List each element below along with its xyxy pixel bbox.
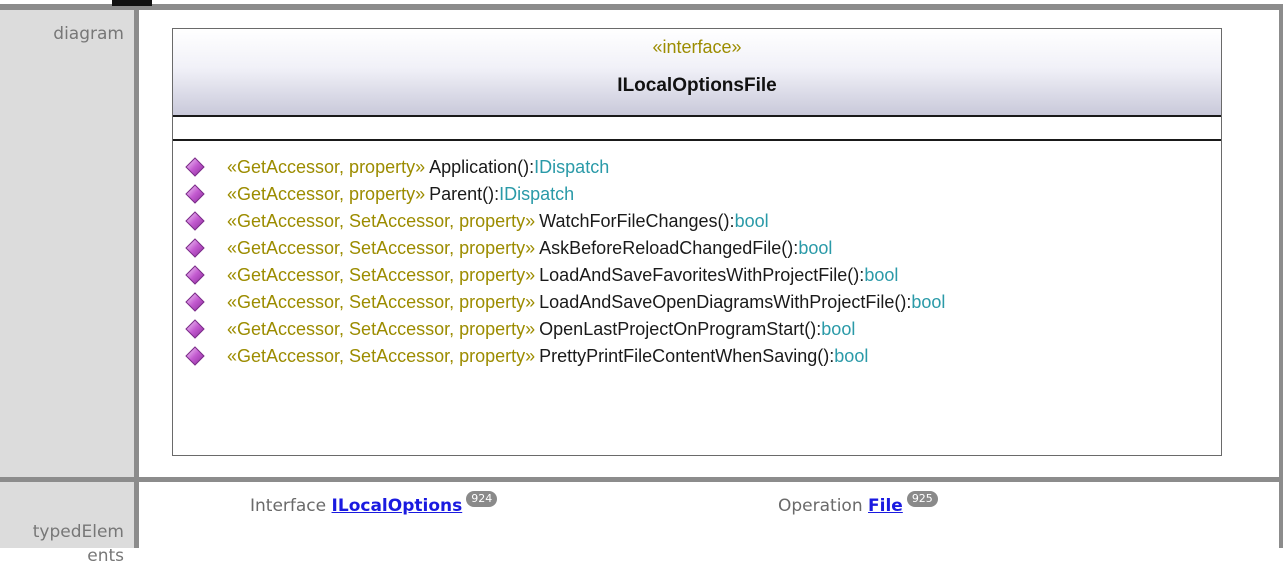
operation-row: «GetAccessor, SetAccessor, property» Open… (185, 315, 1215, 342)
operation-row: «GetAccessor, SetAccessor, property» Load… (185, 288, 1215, 315)
uml-interface-box: «interface» ILocalOptionsFile «GetAccess… (172, 28, 1222, 456)
operation-name: LoadAndSaveFavoritesWithProjectFile() (539, 264, 860, 285)
operation-return-type: bool (834, 345, 869, 366)
operation-stereotype: «GetAccessor, SetAccessor, property» (227, 237, 536, 258)
operation-diamond-icon (185, 156, 205, 177)
page-badge: 924 (466, 491, 498, 507)
typed-elements-label: typedElem ents (32, 522, 124, 566)
operation-name: LoadAndSaveOpenDiagramsWithProjectFile() (539, 291, 907, 312)
operation-row: «GetAccessor, SetAccessor, property» Pret… (185, 342, 1215, 369)
attributes-compartment-top (173, 115, 1221, 117)
operation-return-type: bool (864, 264, 899, 285)
operation-diamond-icon (185, 291, 205, 312)
operation-diamond-icon (185, 237, 205, 258)
operation-stereotype: «GetAccessor, SetAccessor, property» (227, 291, 536, 312)
label-column (0, 10, 134, 548)
documentation-table: diagram «interface» ILocalOptionsFile «G… (0, 0, 1283, 566)
operation-diamond-icon (185, 318, 205, 339)
row-label-diagram: diagram (53, 24, 124, 44)
operation-return-type: bool (821, 318, 856, 339)
table-right-border (1279, 10, 1283, 548)
interface-stereotype: «interface» (652, 37, 742, 57)
row-divider (0, 477, 1283, 482)
operation-diamond-icon (185, 210, 205, 231)
operation-return-type: IDispatch (534, 156, 610, 177)
operation-stereotype: «GetAccessor, SetAccessor, property» (227, 318, 536, 339)
page-badge: 925 (906, 491, 938, 507)
operation-return-type: bool (911, 291, 946, 312)
operation-row: «GetAccessor, property» Application(): IDi… (185, 153, 1215, 180)
operation-name: Parent() (429, 183, 495, 204)
operation-diamond-icon (185, 183, 205, 204)
operation-name: WatchForFileChanges() (539, 210, 730, 231)
typed-element-operation: Operation File 925 (778, 491, 938, 518)
typed-element-kind: Interface (250, 496, 327, 516)
interface-name: ILocalOptionsFile (617, 75, 777, 96)
operation-name: PrettyPrintFileContentWhenSaving() (539, 345, 830, 366)
operation-row: «GetAccessor, SetAccessor, property» AskB… (185, 234, 1215, 261)
operation-stereotype: «GetAccessor, property» (227, 183, 426, 204)
uml-header: «interface» ILocalOptionsFile (173, 29, 1221, 115)
operations-list: «GetAccessor, property» Application(): IDi… (185, 153, 1215, 369)
operations-compartment-top (173, 139, 1221, 141)
operation-row: «GetAccessor, SetAccessor, property» Watc… (185, 207, 1215, 234)
link-ilocaloptions[interactable]: ILocalOptions (332, 496, 463, 516)
operation-row: «GetAccessor, property» Parent(): IDispatc… (185, 180, 1215, 207)
operation-stereotype: «GetAccessor, SetAccessor, property» (227, 264, 536, 285)
operation-stereotype: «GetAccessor, SetAccessor, property» (227, 210, 536, 231)
column-divider (134, 10, 139, 548)
operation-return-type: bool (798, 237, 833, 258)
link-file[interactable]: File (868, 496, 903, 516)
row-label-typed-elements: typedElem ents (0, 496, 124, 568)
operation-stereotype: «GetAccessor, property» (227, 156, 426, 177)
operation-row: «GetAccessor, SetAccessor, property» Load… (185, 261, 1215, 288)
heading-remnant (112, 0, 152, 6)
typed-element-interface: Interface ILocalOptions 924 (250, 491, 498, 518)
operation-return-type: bool (734, 210, 769, 231)
typed-element-kind: Operation (778, 496, 863, 516)
table-top-border (0, 4, 1283, 10)
operation-diamond-icon (185, 264, 205, 285)
operation-return-type: IDispatch (499, 183, 575, 204)
operation-name: Application() (429, 156, 530, 177)
operation-name: AskBeforeReloadChangedFile() (539, 237, 794, 258)
operation-name: OpenLastProjectOnProgramStart() (539, 318, 817, 339)
operation-diamond-icon (185, 345, 205, 366)
operation-stereotype: «GetAccessor, SetAccessor, property» (227, 345, 536, 366)
